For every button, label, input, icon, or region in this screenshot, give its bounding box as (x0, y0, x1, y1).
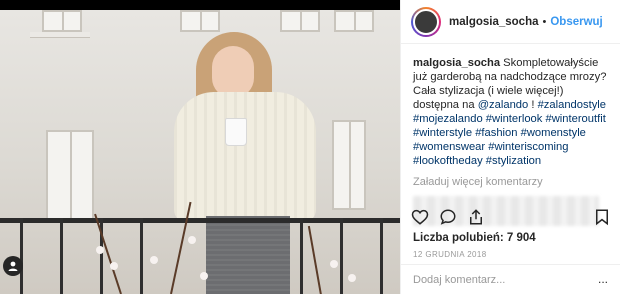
woman-sweater (174, 92, 316, 222)
post-date[interactable]: 12 GRUDNIA 2018 (413, 250, 487, 259)
comments-section: malgosia_socha Skompletowałyście już gar… (401, 44, 620, 226)
building-window (180, 10, 220, 32)
hashtag-link[interactable]: #womenswear (413, 141, 485, 153)
hashtag-link[interactable]: #zalandostyle (538, 99, 606, 111)
avatar[interactable] (411, 6, 441, 37)
caption-after-mention: ! (528, 99, 538, 111)
share-icon[interactable] (467, 208, 485, 226)
action-bar (411, 207, 611, 227)
header-separator: • (542, 15, 547, 28)
comment-icon[interactable] (439, 208, 457, 226)
heart-icon[interactable] (411, 208, 429, 226)
likes-count[interactable]: Liczba polubień: 7 904 (413, 232, 536, 244)
hashtag-link[interactable]: #lookoftheday (413, 155, 483, 167)
more-options-icon[interactable]: ... (598, 272, 608, 286)
window-ledge (30, 32, 90, 38)
blossom (348, 274, 356, 282)
building-window (280, 10, 320, 32)
hashtag-link[interactable]: #womenstyle (521, 127, 586, 139)
post-header: malgosia_socha • Obserwuj (401, 0, 620, 44)
hashtag-link[interactable]: #winteroutfit (545, 113, 605, 125)
follow-button[interactable]: Obserwuj (550, 16, 602, 28)
hashtag-link[interactable]: #fashion (475, 127, 517, 139)
building-window (46, 130, 94, 220)
header-username[interactable]: malgosia_socha (449, 16, 538, 28)
bookmark-icon[interactable] (593, 208, 611, 226)
hashtag-link[interactable]: #stylization (486, 155, 541, 167)
hashtag-link[interactable]: #winterstyle (413, 127, 472, 139)
blossom (110, 262, 118, 270)
balcony-railing (0, 218, 400, 294)
hashtag-link[interactable]: #winterlook (486, 113, 543, 125)
photo-scene (0, 10, 400, 294)
add-comment-input[interactable]: Dodaj komentarz... (413, 274, 505, 286)
divider (401, 264, 620, 265)
woman-face (212, 46, 254, 98)
blossom (150, 256, 158, 264)
blossom (96, 246, 104, 254)
user-tag-icon[interactable] (3, 256, 23, 276)
blossom (330, 260, 338, 268)
post-caption: malgosia_socha Skompletowałyście już gar… (413, 56, 610, 168)
blossom (188, 236, 196, 244)
load-more-comments[interactable]: Załaduj więcej komentarzy (413, 176, 610, 188)
building-window (334, 10, 374, 32)
hashtag-link[interactable]: #mojezalando (413, 113, 483, 125)
building-window (42, 10, 82, 32)
post-side-panel: malgosia_socha • Obserwuj malgosia_socha… (400, 0, 620, 294)
building-window (332, 120, 366, 210)
blossom (200, 272, 208, 280)
caption-mention[interactable]: @zalando (478, 99, 529, 111)
post-photo[interactable] (0, 0, 400, 294)
caption-username[interactable]: malgosia_socha (413, 57, 500, 69)
hashtag-link[interactable]: #winteriscoming (488, 141, 568, 153)
coffee-cup (225, 118, 247, 146)
